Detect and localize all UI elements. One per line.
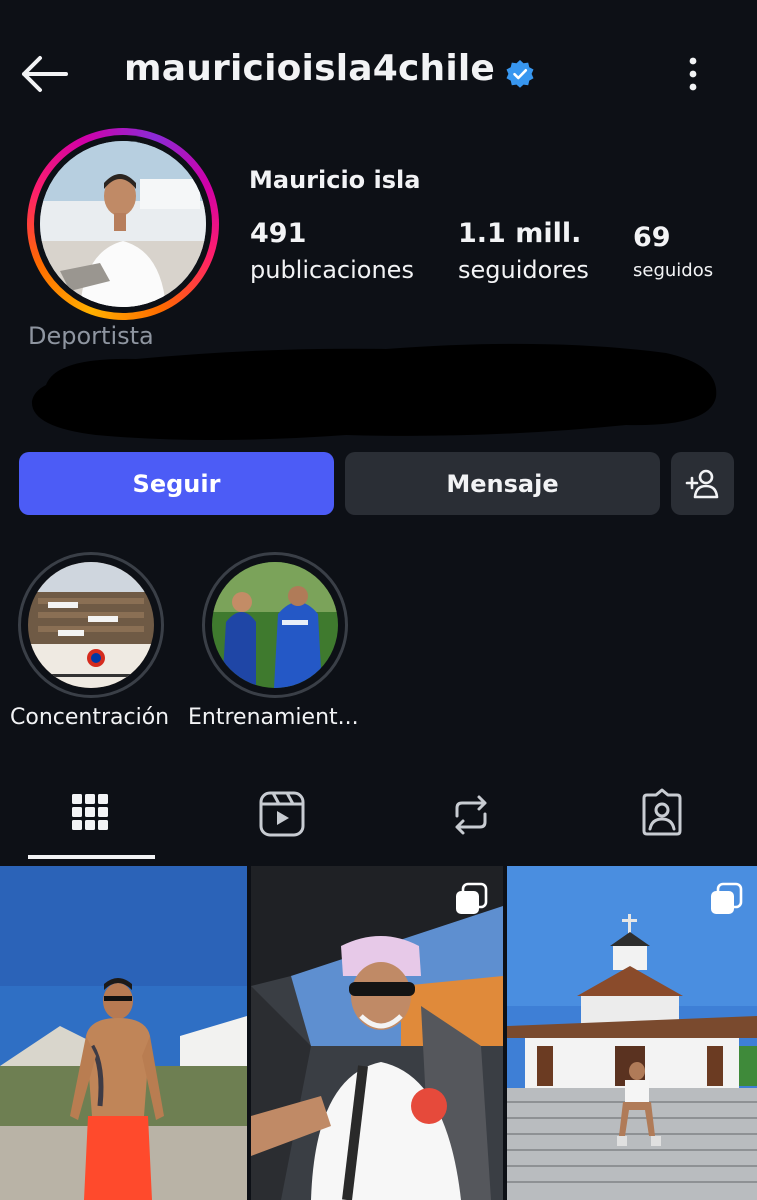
- post-thumbnail[interactable]: [0, 866, 247, 1200]
- bio-redaction: [26, 335, 721, 445]
- suggest-button[interactable]: [671, 452, 734, 515]
- active-tab-indicator: [28, 855, 155, 859]
- profile-username: mauricioisla4chile: [124, 48, 496, 89]
- highlight-label[interactable]: Concentración: [10, 705, 169, 730]
- grid-icon[interactable]: [60, 786, 120, 846]
- tagged-icon[interactable]: [632, 786, 692, 846]
- verified-badge-icon: [505, 59, 535, 89]
- post-thumbnail[interactable]: [507, 866, 757, 1200]
- post-thumbnail[interactable]: [251, 866, 503, 1200]
- carousel-icon: [454, 882, 488, 916]
- posts-label[interactable]: publicaciones: [250, 256, 414, 284]
- highlight-concentracion[interactable]: [28, 562, 154, 688]
- highlight-entrenamiento[interactable]: [212, 562, 338, 688]
- avatar[interactable]: [40, 141, 206, 307]
- followers-count[interactable]: 1.1 mill.: [458, 218, 581, 249]
- highlight-label[interactable]: Entrenamient...: [188, 705, 359, 730]
- reposts-icon[interactable]: [441, 786, 501, 846]
- more-vertical-icon[interactable]: [676, 52, 710, 96]
- followers-label[interactable]: seguidores: [458, 256, 589, 284]
- following-count[interactable]: 69: [633, 222, 671, 253]
- reels-icon[interactable]: [251, 786, 311, 846]
- display-name: Mauricio isla: [249, 166, 421, 194]
- follow-button[interactable]: Seguir: [19, 452, 334, 515]
- message-button[interactable]: Mensaje: [345, 452, 660, 515]
- posts-count[interactable]: 491: [250, 218, 306, 249]
- carousel-icon: [709, 882, 743, 916]
- back-arrow-icon[interactable]: [18, 52, 70, 96]
- add-person-icon: [685, 468, 721, 500]
- following-label[interactable]: seguidos: [633, 260, 713, 281]
